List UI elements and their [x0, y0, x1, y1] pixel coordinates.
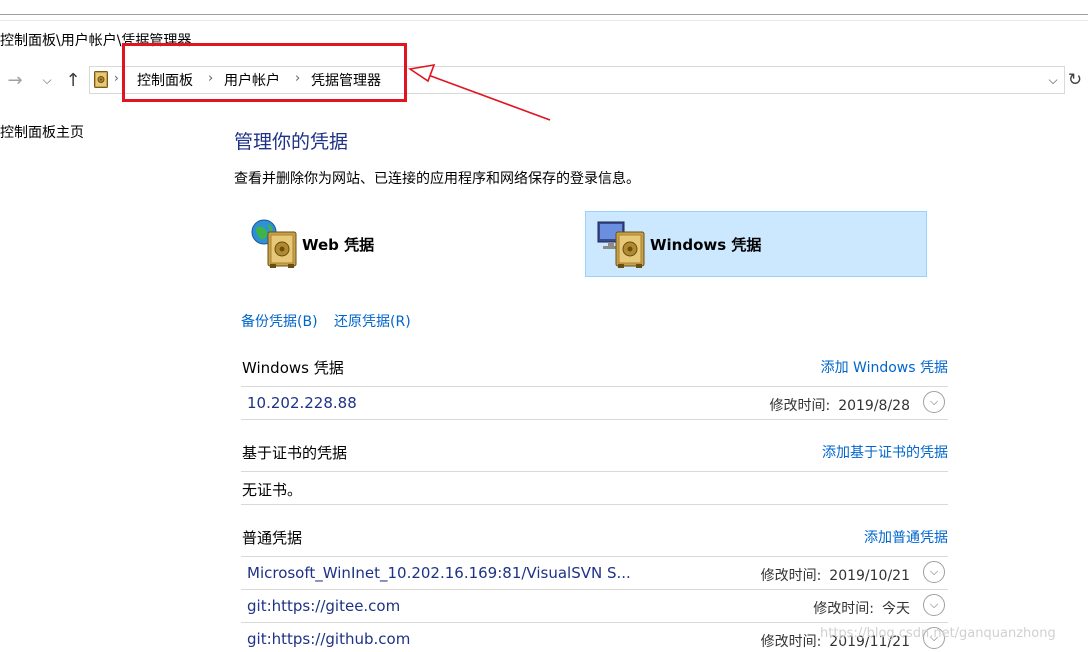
up-arrow-icon: ↑ [65, 69, 81, 91]
expand-button[interactable]: ⌵ [923, 594, 945, 616]
credential-name[interactable]: git:https://gitee.com [247, 597, 400, 615]
modified-label: 修改时间: [760, 568, 822, 584]
forward-button[interactable]: → [4, 66, 26, 94]
page-title: 管理你的凭据 [234, 131, 349, 153]
section-title: 基于证书的凭据 [242, 444, 348, 462]
chevron-down-icon: ⌵ [929, 395, 939, 408]
credential-modified: 修改时间: 今天 [813, 598, 910, 618]
windows-credentials-label: Windows 凭据 [650, 235, 762, 254]
modified-date: 今天 [882, 601, 910, 617]
no-certificates-text: 无证书。 [242, 481, 303, 499]
credential-modified: 修改时间: 2019/10/21 [761, 565, 910, 585]
chevron-down-icon: ⌵ [1048, 72, 1058, 87]
monitor-vault-icon [597, 221, 645, 268]
add-certificate-credential-link[interactable]: 添加基于证书的凭据 [822, 442, 948, 462]
chevron-down-icon: ⌵ [929, 598, 939, 611]
web-credentials-label: Web 凭据 [302, 235, 375, 254]
web-credentials-tile[interactable]: Web 凭据 [246, 211, 546, 277]
globe-vault-icon [251, 219, 297, 268]
credential-modified: 修改时间: 2019/8/28 [769, 395, 910, 415]
modified-date: 2019/8/28 [838, 398, 910, 414]
section-header: 基于证书的凭据 添加基于证书的凭据 [241, 441, 948, 472]
section-title: Windows 凭据 [242, 359, 344, 377]
forward-arrow-icon: → [7, 69, 23, 91]
add-generic-credential-link[interactable]: 添加普通凭据 [864, 527, 948, 547]
expand-button[interactable]: ⌵ [923, 561, 945, 583]
window-top-border [0, 14, 1088, 15]
chevron-down-icon: ⌵ [42, 72, 52, 87]
credential-row[interactable]: 10.202.228.88 修改时间: 2019/8/28 ⌵ [241, 387, 948, 420]
address-history-button[interactable]: ⌵ [1044, 66, 1062, 94]
page-description: 查看并删除你为网站、已连接的应用程序和网络保存的登录信息。 [234, 171, 640, 187]
modified-date: 2019/10/21 [829, 568, 910, 584]
add-windows-credential-link[interactable]: 添加 Windows 凭据 [821, 357, 948, 377]
chevron-down-icon: ⌵ [929, 565, 939, 578]
annotation-arrow [407, 63, 551, 121]
control-panel-home-link[interactable]: 控制面板主页 [0, 122, 84, 142]
credential-name[interactable]: Microsoft_WinInet_10.202.16.169:81/Visua… [247, 564, 631, 582]
certificate-credentials-section: 基于证书的凭据 添加基于证书的凭据 无证书。 [241, 441, 948, 505]
credential-name[interactable]: git:https://github.com [247, 630, 410, 648]
refresh-icon: ↻ [1067, 70, 1083, 90]
windows-credentials-section: Windows 凭据 添加 Windows 凭据 10.202.228.88 修… [241, 356, 948, 420]
section-header: Windows 凭据 添加 Windows 凭据 [241, 356, 948, 387]
credential-row[interactable]: git:https://gitee.com 修改时间: 今天 ⌵ [241, 590, 948, 623]
modified-label: 修改时间: [769, 398, 831, 414]
section-title: 普通凭据 [242, 529, 303, 547]
modified-label: 修改时间: [760, 634, 822, 650]
windows-credentials-tile[interactable]: Windows 凭据 [585, 211, 927, 277]
breadcrumb-root-separator: › [114, 71, 119, 85]
window-top-border-inner [0, 20, 1088, 21]
expand-button[interactable]: ⌵ [923, 391, 945, 413]
up-button[interactable]: ↑ [62, 66, 84, 94]
recent-locations-button[interactable]: ⌵ [36, 66, 58, 94]
modified-label: 修改时间: [813, 601, 874, 617]
backup-credentials-link[interactable]: 备份凭据(B) [241, 311, 318, 331]
annotation-highlight-box [122, 43, 407, 102]
credential-vault-icon [94, 71, 108, 88]
restore-credentials-link[interactable]: 还原凭据(R) [334, 311, 411, 331]
refresh-button[interactable]: ↻ [1064, 66, 1086, 94]
credential-name[interactable]: 10.202.228.88 [247, 394, 357, 412]
credential-row[interactable]: Microsoft_WinInet_10.202.16.169:81/Visua… [241, 557, 948, 590]
empty-row: 无证书。 [241, 472, 948, 505]
section-header: 普通凭据 添加普通凭据 [241, 526, 948, 557]
watermark: https://blog.csdn.net/ganquanzhong [820, 626, 1056, 641]
